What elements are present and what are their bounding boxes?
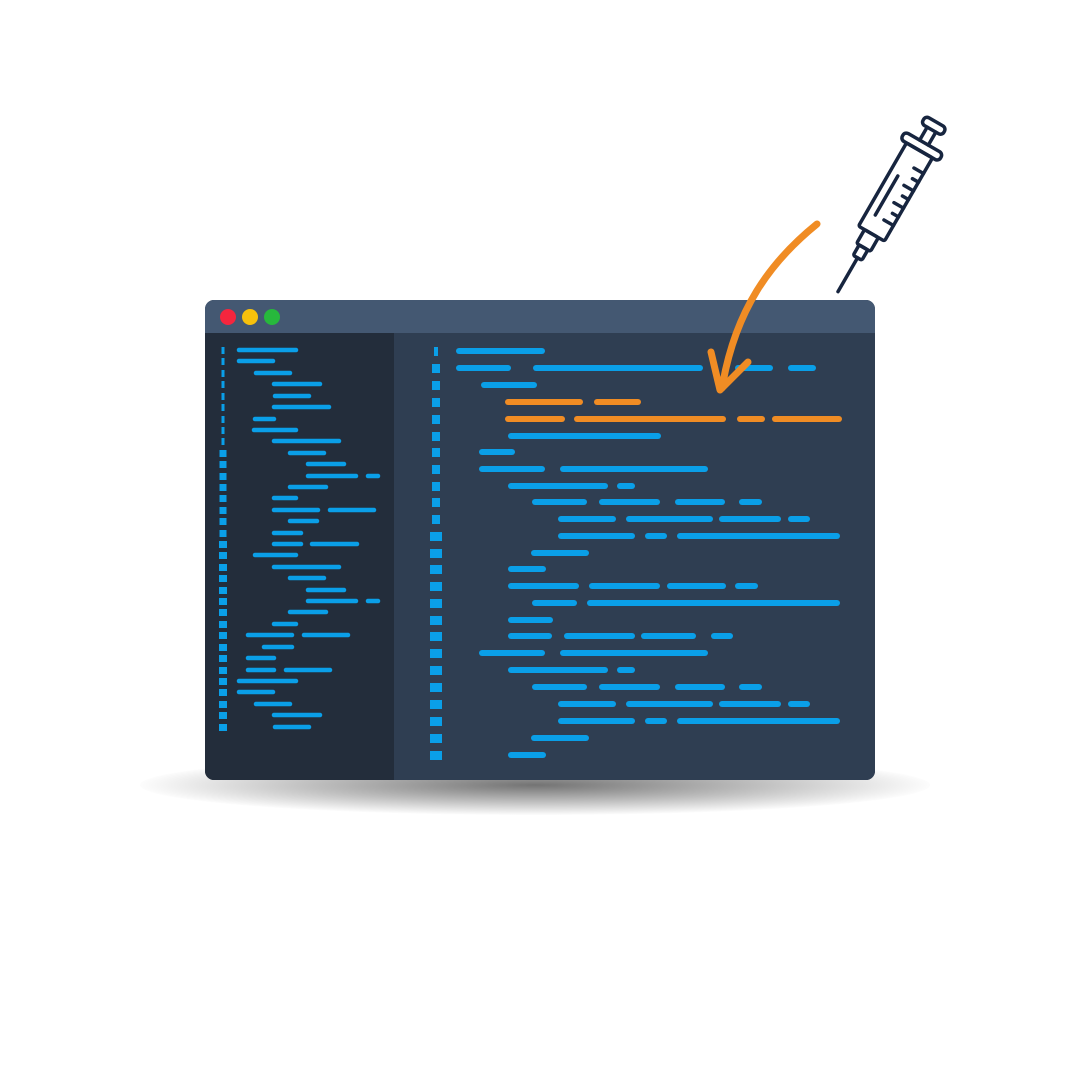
- overlay-graphics: [707, 115, 947, 394]
- curved-arrow-icon: [707, 220, 821, 394]
- syringe-icon: [836, 115, 947, 294]
- illustration: [0, 0, 1080, 1080]
